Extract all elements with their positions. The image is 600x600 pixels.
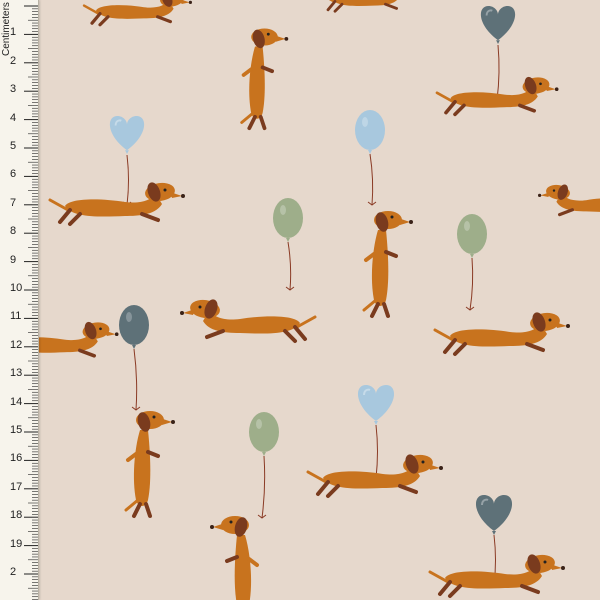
ruler-number: 19 xyxy=(10,537,23,550)
ruler-number: 4 xyxy=(10,111,17,124)
ruler-number: 12 xyxy=(10,338,23,351)
ruler-number: 15 xyxy=(10,424,23,436)
ruler-number: 5 xyxy=(10,140,17,152)
measuring-tape: Centimeters 1 2 3 4 5 6 7 8 9 10 11 12 13 14 15 16 17 18 1… xyxy=(0,0,39,600)
ruler-number: 11 xyxy=(10,310,22,323)
ruler-number: 1 xyxy=(10,26,17,39)
ruler-number: 3 xyxy=(10,83,17,96)
ruler-number: 18 xyxy=(10,509,23,522)
ruler-number: 6 xyxy=(10,168,17,181)
ruler-number: 10 xyxy=(10,282,23,294)
ruler-number: 2 xyxy=(10,54,17,67)
ruler-number: 8 xyxy=(10,225,17,238)
ruler-number: 9 xyxy=(10,253,17,266)
ruler-unit-label: Centimeters xyxy=(1,2,12,56)
ruler-number: 2 xyxy=(10,566,17,578)
ruler-number: 14 xyxy=(10,395,23,408)
dachshund-balloon-fabric xyxy=(0,0,600,600)
ruler-number: 16 xyxy=(10,452,23,465)
ruler-number: 17 xyxy=(10,480,23,493)
fabric-photo: Centimeters 1 2 3 4 5 6 7 8 9 10 11 12 13 14 15 16 17 18 1… xyxy=(0,0,600,600)
ruler-number: 7 xyxy=(10,196,17,209)
ruler-number: 13 xyxy=(10,367,23,380)
